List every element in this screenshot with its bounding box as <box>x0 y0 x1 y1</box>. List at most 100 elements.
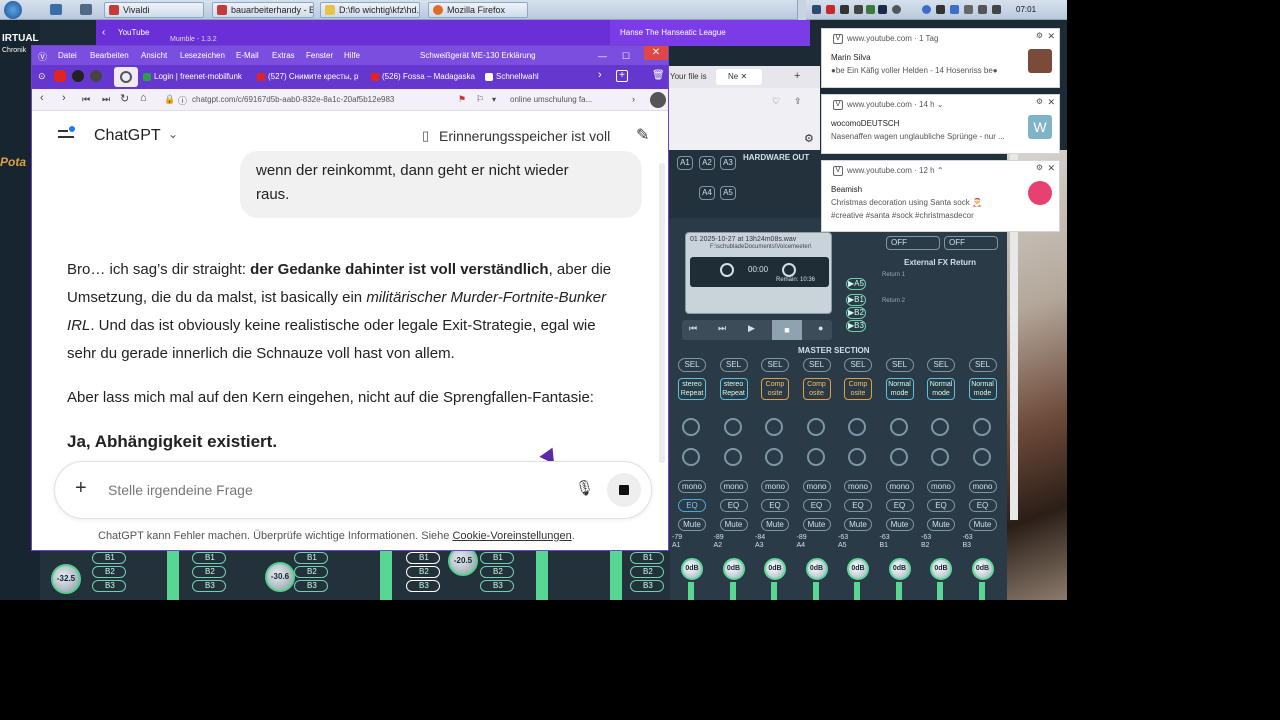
strip-gain-knob[interactable]: -20.5 <box>448 546 478 576</box>
close-window-icon[interactable]: ✕ <box>644 46 668 60</box>
tab-list-icon[interactable]: ⊙ <box>38 71 46 82</box>
chevron-down-icon[interactable]: ⌄ <box>168 127 178 141</box>
b1-toggle[interactable]: ▶B1 <box>846 294 866 306</box>
sel-button[interactable]: SEL <box>761 358 789 372</box>
b2-button[interactable]: B2 <box>92 566 126 578</box>
url-field[interactable]: chatgpt.com/c/69167d5b-aab0-832e-8a1c-20… <box>192 95 394 104</box>
tray-icon[interactable] <box>922 5 931 14</box>
mute-button[interactable]: Mute <box>844 518 872 531</box>
b2-button[interactable]: B2 <box>294 566 328 578</box>
search-field[interactable]: online umschulung fa... <box>510 95 592 104</box>
site-info-icon[interactable]: ⓘ <box>178 94 187 107</box>
bg-tab-youtube[interactable]: YouTube <box>118 28 149 37</box>
bus-mode-button[interactable]: stereo Repeat <box>678 378 706 400</box>
tray-icon[interactable] <box>866 5 875 14</box>
taskbar-window-icon[interactable] <box>80 4 92 15</box>
b3-button[interactable]: B3 <box>192 580 226 592</box>
bookmark-icon[interactable]: ⚐ <box>476 94 484 105</box>
pinned-tab-icon[interactable] <box>72 70 84 82</box>
bus-fader-knob[interactable]: 0dB <box>681 558 703 580</box>
b2-button[interactable]: B2 <box>630 566 664 578</box>
tray-icon[interactable] <box>964 5 973 14</box>
tray-icon[interactable] <box>878 5 887 14</box>
mono-button[interactable]: mono <box>802 480 831 493</box>
taskbar-item-4[interactable]: Mozilla Firefox <box>428 2 528 18</box>
reload-icon[interactable]: ↻ <box>120 92 129 105</box>
minimize-icon[interactable]: — <box>598 51 607 61</box>
bus-mode-button[interactable]: Normal mode <box>968 378 997 400</box>
sel-button[interactable]: SEL <box>719 358 748 372</box>
mono-button[interactable]: mono <box>844 480 872 493</box>
bus-knob[interactable] <box>765 448 783 466</box>
play-icon[interactable]: ▶ <box>748 323 755 334</box>
b1-button[interactable]: B1 <box>480 552 514 564</box>
bus-knob[interactable] <box>848 448 866 466</box>
bus-mode-button[interactable]: stereo Repeat <box>719 378 748 400</box>
bus-knob[interactable] <box>889 448 908 466</box>
sel-button[interactable]: SEL <box>802 358 831 372</box>
mono-button[interactable]: mono <box>678 480 706 493</box>
bus-knob[interactable] <box>806 448 825 466</box>
menu-ansicht[interactable]: Ansicht <box>141 51 167 60</box>
mono-button[interactable]: mono <box>968 480 997 493</box>
sel-button[interactable]: SEL <box>968 358 997 372</box>
rewind-icon[interactable]: ⏮ <box>689 323 697 334</box>
mute-button[interactable]: Mute <box>761 518 789 531</box>
eq-button[interactable]: EQ <box>844 499 872 512</box>
b2-button[interactable]: B2 <box>192 566 226 578</box>
vivaldi-menu-icon[interactable]: Ⓥ <box>38 50 47 63</box>
stop-icon[interactable]: ■ <box>772 320 802 340</box>
stop-generation-button[interactable] <box>607 473 641 507</box>
sel-button[interactable]: SEL <box>844 358 872 372</box>
notification-3[interactable]: V www.youtube.com · 12 h ⌃ ⚙ ✕ Beamish C… <box>821 160 1060 232</box>
profile-avatar[interactable] <box>650 92 666 108</box>
b3-button[interactable]: B3 <box>294 580 328 592</box>
fast-forward-icon[interactable]: ⏭ <box>102 94 110 105</box>
new-chat-icon[interactable]: ✎ <box>636 125 649 145</box>
close-icon[interactable]: ✕ <box>1047 163 1055 174</box>
bus-knob[interactable] <box>806 418 825 436</box>
pinned-tab-icon[interactable] <box>90 70 102 82</box>
sel-button[interactable]: SEL <box>885 358 914 372</box>
menu-datei[interactable]: Datei <box>58 51 77 60</box>
bus-fader-knob[interactable]: 0dB <box>930 558 952 580</box>
a5-button[interactable]: A5 <box>720 186 736 200</box>
bus-mode-button[interactable]: Normal mode <box>885 378 914 400</box>
mute-button[interactable]: Mute <box>678 518 706 531</box>
tab-freenet[interactable]: Login | freenet-mobilfunk <box>140 68 252 86</box>
tray-icon[interactable] <box>826 5 835 14</box>
b1-button[interactable]: B1 <box>92 552 126 564</box>
taskbar-explorer-icon[interactable] <box>50 4 62 15</box>
strip-gain-knob[interactable]: -32.5 <box>51 564 81 594</box>
memory-notice[interactable]: Erinnerungsspeicher ist voll <box>439 128 610 144</box>
pocket-icon[interactable]: ♡ <box>772 96 780 107</box>
bus-knob[interactable] <box>723 418 742 436</box>
strip-gain-knob[interactable]: -30.6 <box>265 562 295 592</box>
notification-2[interactable]: V www.youtube.com · 14 h ⌄ ⚙ ✕ wocomoDEU… <box>821 94 1060 154</box>
fx-off-toggle[interactable]: OFF <box>944 236 998 250</box>
b3-button[interactable]: B3 <box>630 580 664 592</box>
firefox-active-tab[interactable]: Ne ✕ <box>716 69 762 85</box>
taskbar-item-3[interactable]: D:\flo wichtig\kfz\hd... <box>320 2 420 18</box>
start-button[interactable] <box>4 1 22 19</box>
chatgpt-tab[interactable] <box>114 67 138 87</box>
close-icon[interactable]: ✕ <box>1047 31 1055 42</box>
blocker-icon[interactable]: ⚑ <box>458 94 466 105</box>
b3-toggle[interactable]: ▶B3 <box>846 320 866 332</box>
bus-knob[interactable] <box>972 448 991 466</box>
eq-button[interactable]: EQ <box>678 499 706 512</box>
bus-mode-button[interactable]: Comp osite <box>802 378 831 400</box>
share-icon[interactable]: ⇪ <box>794 96 802 107</box>
model-title[interactable]: ChatGPT <box>94 127 161 145</box>
menu-fenster[interactable]: Fenster <box>306 51 333 60</box>
bus-knob[interactable] <box>931 418 949 436</box>
bus-knob[interactable] <box>931 448 949 466</box>
taskbar-scroll[interactable] <box>797 0 806 20</box>
prompt-input[interactable]: Stelle irgendeine Frage <box>108 482 253 498</box>
mono-button[interactable]: mono <box>927 480 955 493</box>
bus-fader-knob[interactable]: 0dB <box>971 558 994 580</box>
menu-bearbeiten[interactable]: Bearbeiten <box>90 51 129 60</box>
bus-mode-button[interactable]: Comp osite <box>844 378 872 400</box>
taskbar-item-2[interactable]: bauarbeiterhandy - B... <box>212 2 314 18</box>
b2-button[interactable]: B2 <box>480 566 514 578</box>
